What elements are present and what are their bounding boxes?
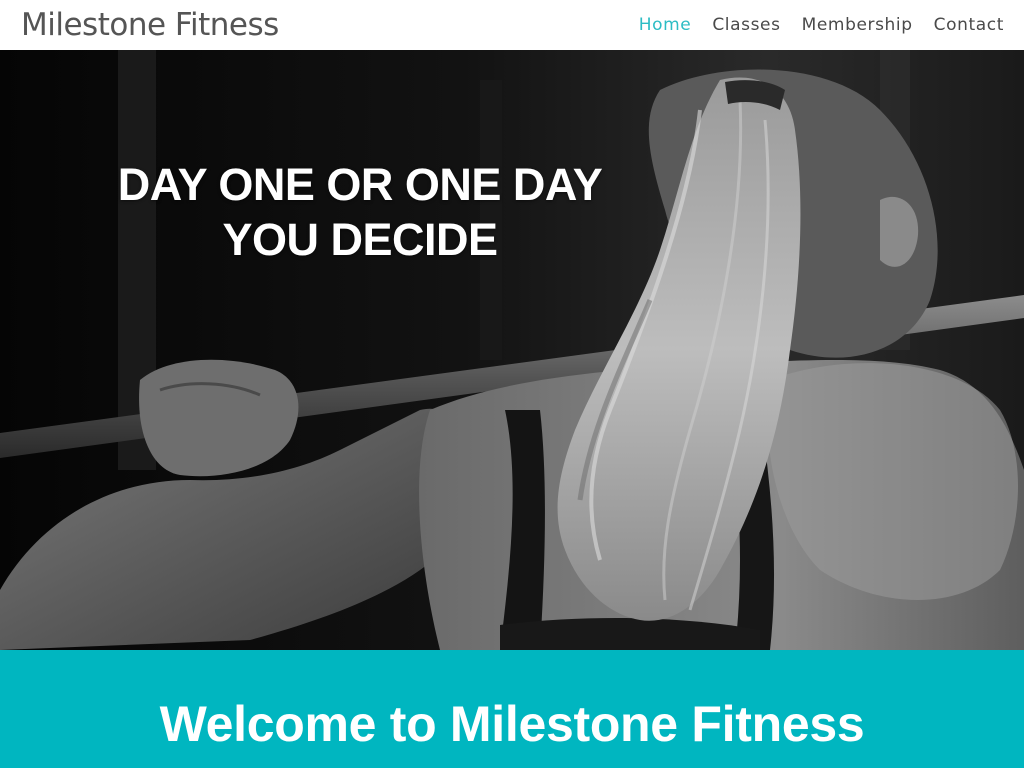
welcome-heading: Welcome to Milestone Fitness bbox=[159, 696, 865, 752]
nav-link-membership[interactable]: Membership bbox=[802, 15, 913, 35]
hero-heading-line-2: YOU DECIDE bbox=[222, 214, 498, 265]
site-header: Milestone Fitness Home Classes Membershi… bbox=[0, 0, 1024, 50]
nav-link-classes[interactable]: Classes bbox=[712, 15, 780, 35]
main-nav: Home Classes Membership Contact bbox=[639, 15, 1004, 35]
nav-link-contact[interactable]: Contact bbox=[934, 15, 1004, 35]
nav-link-home[interactable]: Home bbox=[639, 15, 692, 35]
hero-heading: DAY ONE OR ONE DAY YOU DECIDE bbox=[60, 157, 660, 267]
hero-background-image bbox=[0, 50, 1024, 650]
hero-section: DAY ONE OR ONE DAY YOU DECIDE bbox=[0, 50, 1024, 650]
hero-heading-line-1: DAY ONE OR ONE DAY bbox=[117, 159, 603, 210]
site-logo[interactable]: Milestone Fitness bbox=[21, 9, 279, 41]
welcome-section: Welcome to Milestone Fitness bbox=[0, 650, 1024, 768]
